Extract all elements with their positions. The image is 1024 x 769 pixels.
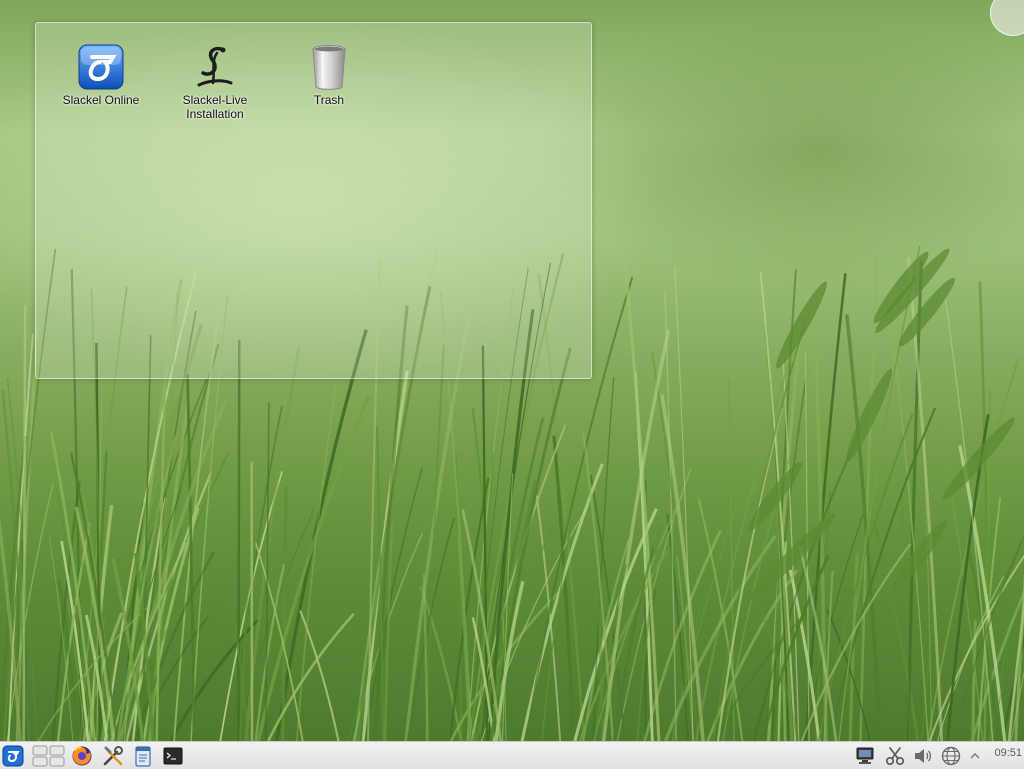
volume-tray-button[interactable]: [911, 744, 935, 768]
slackel-installer-icon: [197, 46, 233, 87]
application-menu-button[interactable]: [1, 744, 25, 768]
chevron-up-icon: [970, 753, 980, 759]
desktop-icon-label: Slackel-Live Installation: [182, 93, 248, 121]
virtual-desktops-icon: [32, 745, 65, 767]
desktop-icon-label: Slackel Online: [62, 93, 140, 107]
firefox-launcher[interactable]: [70, 744, 94, 768]
desktop[interactable]: Slackel Online Slackel-Live Installation: [0, 0, 1024, 741]
desktop-icon-slackel-online[interactable]: Slackel Online: [51, 43, 151, 107]
firefox-icon: [72, 746, 92, 766]
clipboard-tray-button[interactable]: [883, 744, 907, 768]
terminal-icon: [163, 747, 183, 765]
updates-tray-button[interactable]: [939, 744, 963, 768]
digital-clock[interactable]: 09:51: [994, 747, 1022, 759]
tray-expand-button[interactable]: [964, 744, 986, 768]
scissors-icon: [885, 747, 905, 766]
terminal-launcher[interactable]: [161, 744, 185, 768]
network-tray-button[interactable]: [853, 744, 877, 768]
taskbar-panel: 09:51: [0, 741, 1024, 769]
speaker-icon: [915, 749, 932, 763]
folder-view-widget[interactable]: Slackel Online Slackel-Live Installation: [35, 22, 592, 379]
notes-launcher[interactable]: [131, 744, 155, 768]
globe-icon: [941, 746, 961, 766]
desktop-icon-label: Trash: [313, 93, 345, 107]
notepad-icon: [135, 746, 151, 767]
settings-launcher[interactable]: [101, 744, 125, 768]
network-icon: [856, 747, 874, 764]
tools-icon: [103, 746, 123, 766]
trash-icon: [312, 45, 346, 90]
slackel-logo-icon: [2, 745, 24, 767]
desktop-icon-trash[interactable]: Trash: [279, 43, 379, 107]
desktop-icon-slackel-live-installation[interactable]: Slackel-Live Installation: [165, 43, 265, 121]
slackel-logo-icon: [78, 44, 124, 90]
pager-widget[interactable]: [32, 744, 66, 768]
